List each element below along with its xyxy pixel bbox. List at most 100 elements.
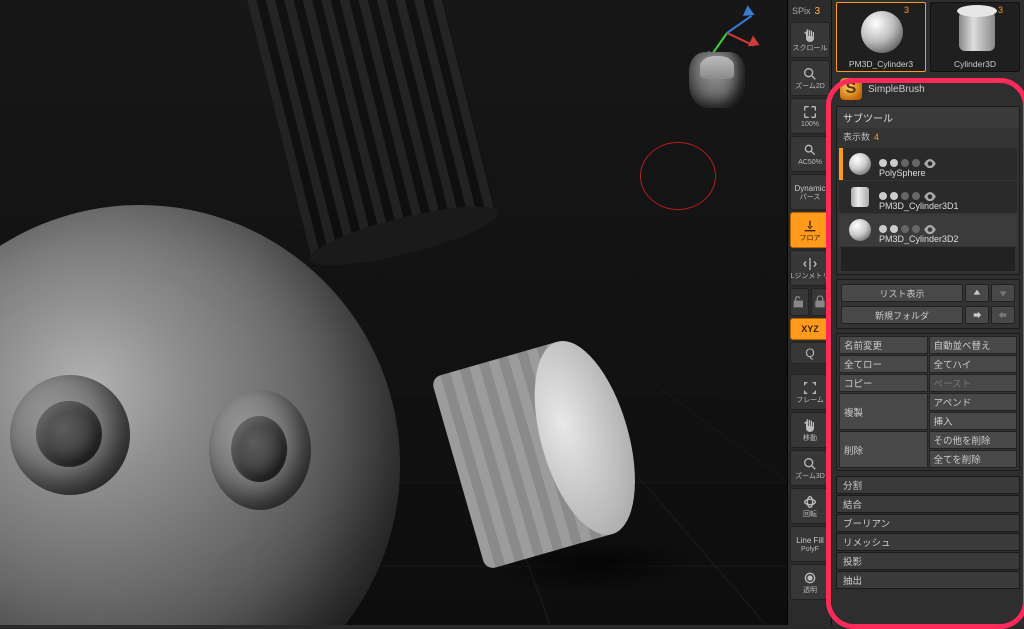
tool-name: PM3D_Cylinder3 bbox=[849, 59, 913, 69]
transform-ring[interactable] bbox=[640, 142, 716, 210]
spix-label: SPix bbox=[792, 6, 811, 16]
accordion-boolean[interactable]: ブーリアン bbox=[836, 514, 1020, 532]
zoom3d-button[interactable]: ズーム3D bbox=[790, 450, 830, 486]
actual-size-button[interactable]: 100% bbox=[790, 98, 830, 134]
hand-icon bbox=[802, 28, 818, 44]
subtool-section: サブツール 表示数 4 PolySphere bbox=[836, 106, 1020, 275]
magnifier-3d-icon bbox=[802, 456, 818, 472]
move-button[interactable]: 移動 bbox=[790, 412, 830, 448]
local-symmetry-button[interactable]: Lジンメトリ bbox=[790, 250, 830, 286]
subtool-accordion: 分割 結合 ブーリアン リメッシュ 投影 抽出 bbox=[836, 475, 1020, 590]
sphere-mini-icon bbox=[849, 219, 871, 241]
sphere-ear-left bbox=[10, 375, 130, 495]
dynamic-label: Dynamic bbox=[794, 184, 825, 193]
display-count-label: 表示数 bbox=[843, 130, 870, 143]
subtool-name: PolySphere bbox=[879, 168, 926, 178]
camera-head-thumbnail[interactable] bbox=[689, 52, 745, 108]
insert-button[interactable]: 挿入 bbox=[929, 412, 1018, 430]
sphere-ear-right bbox=[209, 390, 311, 510]
polyframe-button[interactable]: Line Fill PolyF bbox=[790, 526, 830, 562]
spix-readout: SPix 3 bbox=[790, 2, 829, 20]
lock-button[interactable] bbox=[811, 288, 830, 316]
spix-value: 3 bbox=[815, 6, 821, 17]
zoom2d-button[interactable]: ズーム2D bbox=[790, 60, 830, 96]
sphere-thumbnail-icon bbox=[861, 11, 903, 53]
tool-count: 3 bbox=[904, 5, 909, 15]
ac50-button[interactable]: AC50% bbox=[790, 136, 830, 172]
display-count-value: 4 bbox=[874, 132, 879, 142]
subtool-ops: 名前変更 自動並べ替え 全てロー 全てハイ コピー ペースト 複製 アペンド 挿… bbox=[836, 333, 1020, 471]
tool-thumb-1[interactable]: 3 Cylinder3D bbox=[930, 2, 1020, 72]
subtool-blank-slot bbox=[841, 247, 1015, 271]
broken-lock-button[interactable] bbox=[790, 288, 809, 316]
all-high-button[interactable]: 全てハイ bbox=[929, 355, 1018, 373]
subtool-list-controls: リスト表示 新規フォルダ bbox=[836, 279, 1020, 329]
lock-open-icon bbox=[791, 294, 807, 310]
frame-icon bbox=[802, 380, 818, 396]
delete-button[interactable]: 削除 bbox=[839, 431, 928, 468]
simple-brush-row[interactable]: S SimpleBrush bbox=[832, 74, 1024, 104]
subtool-row[interactable]: PM3D_Cylinder3D1 bbox=[839, 181, 1017, 213]
dynamic-persp-button[interactable]: Dynamic パース bbox=[790, 174, 830, 210]
hand-move-icon bbox=[802, 418, 818, 434]
new-folder-button[interactable]: 新規フォルダ bbox=[841, 306, 963, 324]
magnifier-icon bbox=[802, 66, 818, 82]
subtool-list: PolySphere PM3D_Cylinder3D1 bbox=[837, 145, 1019, 274]
copy-button[interactable]: コピー bbox=[839, 374, 928, 392]
mesh-cylinder-side[interactable] bbox=[431, 330, 654, 570]
frame-button[interactable]: フレーム bbox=[790, 374, 830, 410]
tool-name: Cylinder3D bbox=[954, 59, 996, 69]
symmetry-icon bbox=[802, 256, 818, 272]
accordion-split[interactable]: 分割 bbox=[836, 476, 1020, 494]
tool-thumb-0[interactable]: 3 PM3D_Cylinder3 bbox=[836, 2, 926, 72]
subtool-count-row: 表示数 4 bbox=[837, 128, 1019, 145]
arrow-right-button[interactable] bbox=[965, 306, 989, 324]
accordion-extract[interactable]: 抽出 bbox=[836, 571, 1020, 589]
floor-button[interactable]: フロア bbox=[790, 212, 830, 248]
cylinder-mini-icon bbox=[851, 187, 869, 207]
rename-button[interactable]: 名前変更 bbox=[839, 336, 928, 354]
move-up-button[interactable] bbox=[965, 284, 989, 302]
subtool-name: PM3D_Cylinder3D1 bbox=[879, 201, 959, 211]
delete-others-button[interactable]: その他を削除 bbox=[929, 431, 1018, 449]
subtool-row[interactable]: PolySphere bbox=[839, 148, 1017, 180]
subtool-header[interactable]: サブツール bbox=[837, 107, 1019, 128]
floor-icon bbox=[802, 218, 818, 234]
sphere-mini-icon bbox=[849, 153, 871, 175]
expand-icon bbox=[802, 104, 818, 120]
accordion-merge[interactable]: 結合 bbox=[836, 495, 1020, 513]
auto-reorder-button[interactable]: 自動並べ替え bbox=[929, 336, 1018, 354]
move-down-button[interactable] bbox=[991, 284, 1015, 302]
magnifier-small-icon bbox=[802, 142, 818, 158]
viewport-canvas[interactable] bbox=[0, 0, 788, 625]
q-icon: Q bbox=[802, 345, 818, 361]
mesh-cylinder-top[interactable] bbox=[244, 0, 496, 259]
arrow-in-button[interactable] bbox=[991, 306, 1015, 324]
transparent-icon bbox=[802, 570, 818, 586]
accordion-project[interactable]: 投影 bbox=[836, 552, 1020, 570]
subtool-row[interactable]: PM3D_Cylinder3D2 bbox=[839, 214, 1017, 246]
cylinder-thumbnail-icon bbox=[959, 11, 995, 51]
linefill-label: Line Fill bbox=[796, 536, 824, 545]
simple-brush-label: SimpleBrush bbox=[868, 84, 925, 95]
all-low-button[interactable]: 全てロー bbox=[839, 355, 928, 373]
append-button[interactable]: アペンド bbox=[929, 393, 1018, 411]
paste-button[interactable]: ペースト bbox=[929, 374, 1018, 392]
transparent-button[interactable]: 透明 bbox=[790, 564, 830, 600]
list-view-button[interactable]: リスト表示 bbox=[841, 284, 963, 302]
tool-count: 3 bbox=[998, 5, 1003, 15]
delete-all-button[interactable]: 全てを削除 bbox=[929, 450, 1018, 468]
duplicate-button[interactable]: 複製 bbox=[839, 393, 928, 430]
simple-brush-icon: S bbox=[840, 78, 862, 100]
right-toolbar: SPix 3 スクロール ズーム2D 100% AC50% Dynamic パー… bbox=[788, 0, 832, 625]
right-panel: 3 PM3D_Cylinder3 3 Cylinder3D S SimpleBr… bbox=[832, 0, 1024, 625]
rotate3d-button[interactable]: 回転 bbox=[790, 488, 830, 524]
tool-thumbnails: 3 PM3D_Cylinder3 3 Cylinder3D bbox=[832, 0, 1024, 74]
scroll-button[interactable]: スクロール bbox=[790, 22, 830, 58]
lock-icon bbox=[812, 294, 828, 310]
xyz-button[interactable]: XYZ bbox=[790, 318, 830, 340]
subtool-name: PM3D_Cylinder3D2 bbox=[879, 234, 959, 244]
q-button[interactable]: Q bbox=[790, 342, 830, 364]
mesh-sphere[interactable] bbox=[0, 205, 400, 625]
accordion-remesh[interactable]: リメッシュ bbox=[836, 533, 1020, 551]
